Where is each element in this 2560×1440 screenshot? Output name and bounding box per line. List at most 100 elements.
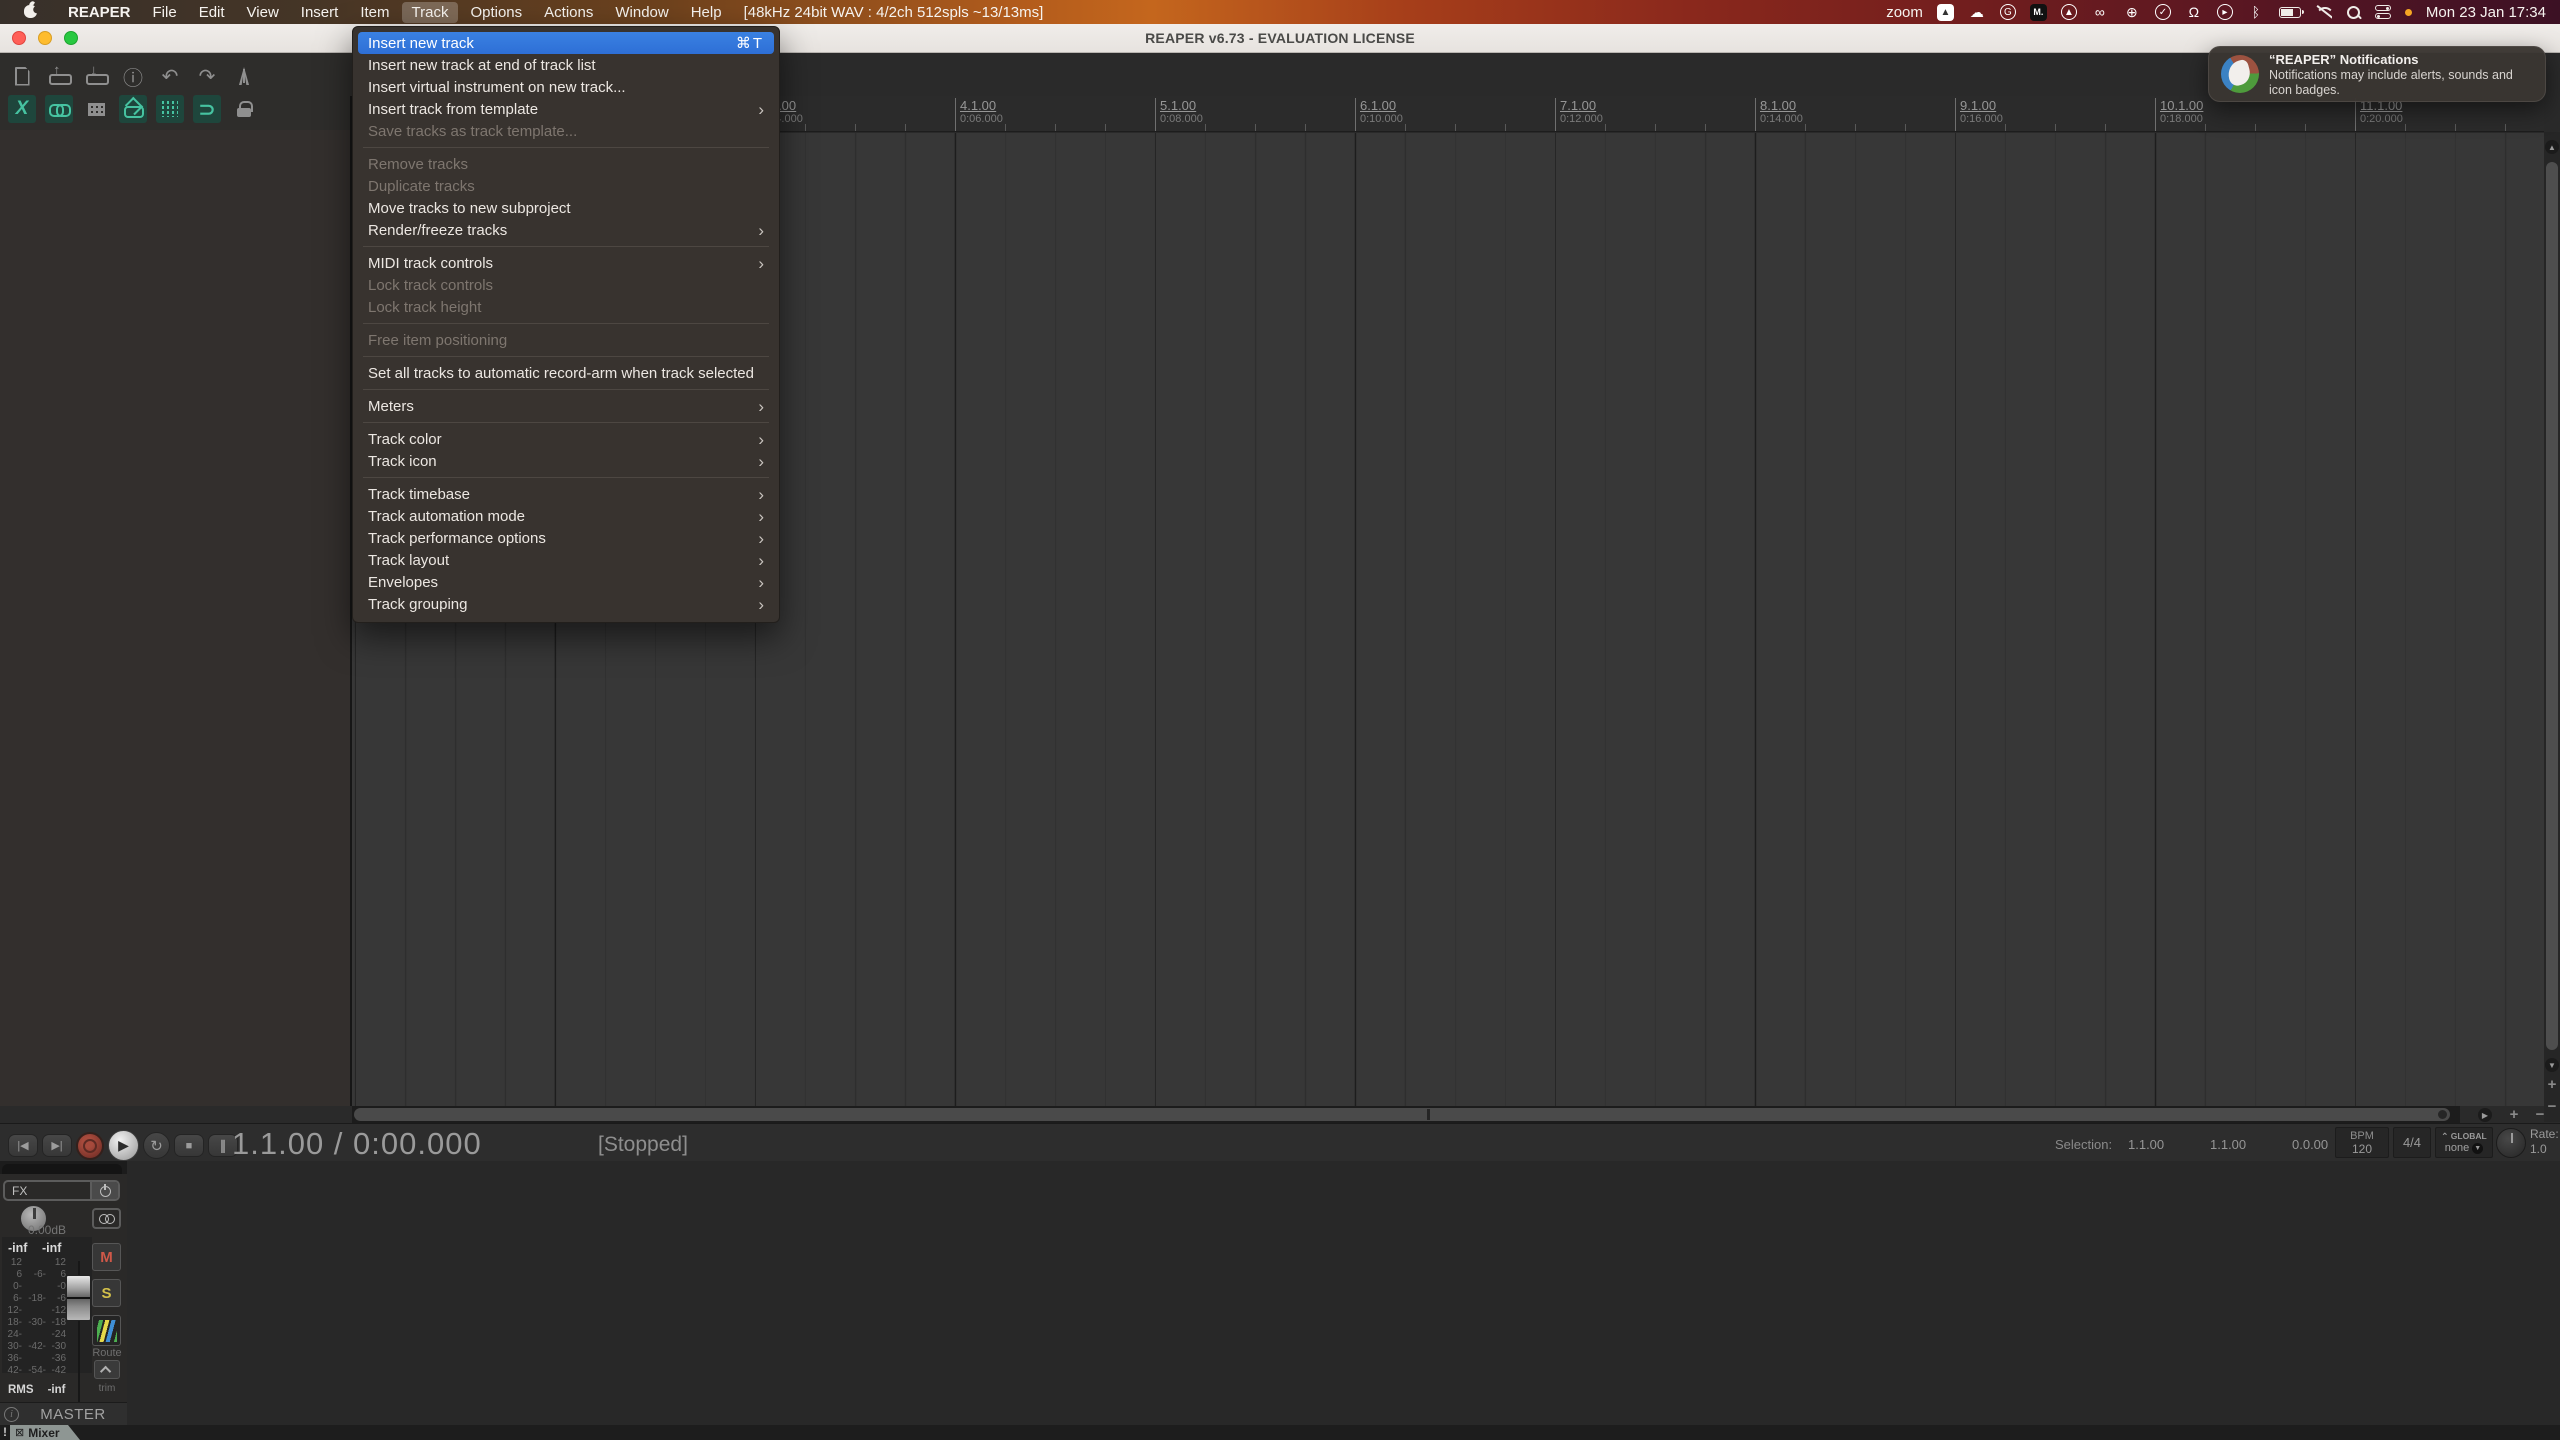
- headphones-icon[interactable]: Ω: [2185, 3, 2203, 21]
- app-triangle-icon[interactable]: ▲: [1937, 4, 1954, 21]
- fader-gain-value[interactable]: 0.00dB: [2, 1223, 92, 1237]
- app-menu[interactable]: REAPER: [58, 2, 141, 23]
- stereo-width-button[interactable]: [92, 1208, 121, 1229]
- menu-insert[interactable]: Insert: [291, 2, 349, 23]
- menu-item-track-performance-options[interactable]: Track performance options: [358, 527, 774, 549]
- mail-icon[interactable]: M.: [2030, 4, 2047, 21]
- menu-item-track-color[interactable]: Track color: [358, 428, 774, 450]
- volume-fader-thumb[interactable]: [66, 1275, 91, 1321]
- metronome-button[interactable]: [230, 62, 258, 90]
- record-button[interactable]: [76, 1132, 104, 1160]
- info-icon[interactable]: i: [4, 1407, 19, 1422]
- play-circle-icon[interactable]: ▸: [2217, 4, 2233, 20]
- onedrive-cloud-icon[interactable]: ☁: [1968, 3, 1986, 21]
- bpm-control[interactable]: BPM 120: [2335, 1127, 2389, 1158]
- menu-item-track-timebase[interactable]: Track timebase: [358, 483, 774, 505]
- menu-file[interactable]: File: [143, 2, 187, 23]
- menu-options[interactable]: Options: [460, 2, 532, 23]
- menu-item-envelopes[interactable]: Envelopes: [358, 571, 774, 593]
- creative-cloud-icon[interactable]: ∞: [2091, 3, 2109, 21]
- apple-menu[interactable]: [12, 0, 56, 24]
- redo-button[interactable]: ↷: [193, 62, 221, 90]
- menu-item-track-automation-mode[interactable]: Track automation mode: [358, 505, 774, 527]
- close-box-icon[interactable]: ⊠: [15, 1426, 24, 1439]
- master-track-row[interactable]: i MASTER: [0, 1402, 127, 1425]
- adobe-icon[interactable]: ▲: [2061, 4, 2077, 20]
- mixer-docker-header[interactable]: [0, 1161, 127, 1174]
- scroll-up-button[interactable]: ▲: [2545, 140, 2559, 154]
- menu-item-track-layout[interactable]: Track layout: [358, 549, 774, 571]
- transport-position-display[interactable]: 1.1.00 / 0:00.000: [232, 1126, 482, 1162]
- undo-button[interactable]: ↶: [156, 62, 184, 90]
- horizontal-scrollbar-thumb[interactable]: [354, 1108, 2450, 1121]
- trim-button[interactable]: [94, 1360, 120, 1379]
- control-center-icon[interactable]: [2375, 5, 2391, 19]
- global-automation-control[interactable]: ⌃ GLOBAL none▼: [2435, 1127, 2493, 1158]
- play-button[interactable]: ▶: [108, 1130, 139, 1161]
- menu-item-insert-track-end[interactable]: Insert new track at end of track list: [358, 54, 774, 76]
- scroll-right-button[interactable]: ▶: [2478, 1108, 2492, 1122]
- menu-item-insert-new-track[interactable]: Insert new track⌘T: [358, 32, 774, 54]
- menu-item-meters[interactable]: Meters: [358, 395, 774, 417]
- go-to-end-button[interactable]: ▶|: [42, 1134, 72, 1157]
- menu-item-render-freeze-tracks[interactable]: Render/freeze tracks: [358, 219, 774, 241]
- grid-toggle[interactable]: [156, 95, 184, 123]
- horizontal-scrollbar[interactable]: [352, 1106, 2460, 1123]
- search-icon[interactable]: [2346, 5, 2361, 20]
- repeat-button[interactable]: ↻: [143, 1132, 170, 1159]
- solo-button[interactable]: S: [92, 1279, 121, 1307]
- auto-crossfade-toggle[interactable]: X: [8, 95, 36, 123]
- vertical-scrollbar[interactable]: ▲ ▼ + −: [2544, 132, 2560, 1122]
- envelope-points-toggle[interactable]: [119, 95, 147, 123]
- wifi-off-icon[interactable]: [2315, 5, 2332, 19]
- horizontal-zoom-in-button[interactable]: +: [2506, 1106, 2522, 1123]
- menu-help[interactable]: Help: [681, 2, 732, 23]
- menu-track[interactable]: Track: [402, 2, 459, 23]
- menu-actions[interactable]: Actions: [534, 2, 603, 23]
- battery-icon[interactable]: [2279, 7, 2301, 18]
- menu-item-track-icon[interactable]: Track icon: [358, 450, 774, 472]
- go-to-start-button[interactable]: |◀: [8, 1134, 38, 1157]
- selection-length-value[interactable]: 0.0.00: [2292, 1137, 2328, 1152]
- menu-item-insert-virtual-instrument[interactable]: Insert virtual instrument on new track..…: [358, 76, 774, 98]
- shield-check-icon[interactable]: ✓: [2155, 4, 2171, 20]
- fx-bypass-button[interactable]: [90, 1182, 118, 1199]
- rate-value[interactable]: 1.0: [2530, 1142, 2547, 1156]
- project-settings-button[interactable]: ⓘ: [119, 62, 147, 90]
- ripple-edit-toggle[interactable]: [82, 95, 110, 123]
- menu-edit[interactable]: Edit: [189, 2, 235, 23]
- menu-item[interactable]: Item: [350, 2, 399, 23]
- menu-item-midi-track-controls[interactable]: MIDI track controls: [358, 252, 774, 274]
- vertical-scrollbar-thumb[interactable]: [2546, 162, 2558, 1050]
- menu-item-insert-track-template[interactable]: Insert track from template: [358, 98, 774, 120]
- menu-view[interactable]: View: [237, 2, 289, 23]
- globe-icon[interactable]: ⊕: [2123, 3, 2141, 21]
- gdrive-icon[interactable]: G: [2000, 4, 2016, 20]
- menu-item-auto-record-arm[interactable]: Set all tracks to automatic record-arm w…: [358, 362, 774, 384]
- zoom-menu[interactable]: zoom: [1886, 4, 1923, 21]
- dropdown-arrow-icon[interactable]: ▼: [2472, 1143, 2483, 1154]
- fx-insert-button[interactable]: FX: [3, 1180, 120, 1201]
- lock-toggle[interactable]: [230, 95, 258, 123]
- selection-end-value[interactable]: 1.1.00: [2210, 1137, 2246, 1152]
- menu-item-move-tracks-subproject[interactable]: Move tracks to new subproject: [358, 197, 774, 219]
- scroll-down-button[interactable]: ▼: [2545, 1058, 2559, 1072]
- stop-button[interactable]: ■: [174, 1134, 204, 1157]
- bpm-value[interactable]: 120: [2336, 1142, 2388, 1156]
- track-control-panel[interactable]: [0, 130, 350, 1106]
- mute-button[interactable]: M: [92, 1243, 121, 1271]
- bluetooth-icon[interactable]: ᛒ: [2247, 3, 2265, 21]
- menu-item-track-grouping[interactable]: Track grouping: [358, 593, 774, 615]
- notification-banner[interactable]: “REAPER” Notifications Notifications may…: [2208, 46, 2546, 102]
- save-project-button[interactable]: ↓: [82, 62, 110, 90]
- open-project-button[interactable]: ↑: [45, 62, 73, 90]
- selection-start-value[interactable]: 1.1.00: [2128, 1137, 2164, 1152]
- menubar-clock[interactable]: Mon 23 Jan 17:34: [2426, 4, 2546, 21]
- item-grouping-toggle[interactable]: [45, 95, 73, 123]
- mixer-dock-tab[interactable]: ⊠ Mixer: [10, 1425, 82, 1440]
- playrate-knob[interactable]: [2496, 1128, 2526, 1158]
- snap-toggle[interactable]: ⊃: [193, 95, 221, 123]
- horizontal-zoom-out-button[interactable]: −: [2532, 1106, 2548, 1123]
- route-button[interactable]: [92, 1315, 121, 1346]
- menu-window[interactable]: Window: [605, 2, 678, 23]
